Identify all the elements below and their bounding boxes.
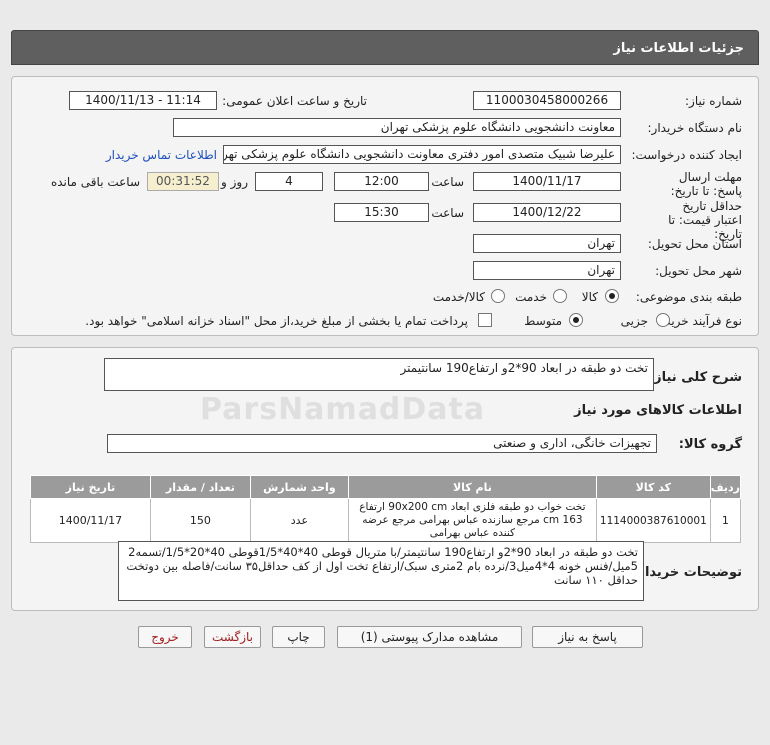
validity-time-label: ساعت	[431, 206, 464, 220]
buyer-notes-label: توضیحات خریدار:	[632, 565, 742, 580]
category-radio-both[interactable]	[491, 289, 505, 303]
province-label: استان محل تحویل:	[647, 237, 742, 251]
province-field: تهران	[473, 234, 621, 253]
goods-section-title: اطلاعات کالاهای مورد نیاز	[574, 403, 742, 418]
cell-name: تخت خواب دو طبقه فلزی ابعاد 90x200 cm ار…	[347, 498, 597, 543]
city-label: شهر محل تحویل:	[655, 264, 742, 278]
validity-label: حداقل تاریخ اعتبار قیمت: تا تاریخ:	[668, 199, 742, 241]
goods-table: ردیف کد کالا نام کالا واحد شمارش تعداد /…	[30, 475, 742, 543]
announce-field: 1400/11/13 - 11:14	[69, 91, 217, 110]
category-option-service: خدمت	[515, 290, 547, 304]
col-date: تاریخ نیاز	[30, 475, 151, 499]
remaining-label: ساعت باقی مانده	[50, 175, 140, 189]
contact-link[interactable]: اطلاعات تماس خریدار	[106, 148, 217, 162]
process-radio-minor[interactable]	[656, 313, 670, 327]
back-button[interactable]: بازگشت	[204, 626, 261, 648]
creator-label: ایجاد کننده درخواست:	[631, 148, 742, 162]
process-option-medium: متوسط	[524, 314, 562, 328]
table-row: 1 1114000387610001 تخت خواب دو طبقه فلزی…	[30, 498, 742, 543]
col-name: نام کالا	[347, 475, 597, 499]
category-radio-service[interactable]	[553, 289, 567, 303]
reply-button[interactable]: پاسخ به نیاز	[532, 626, 643, 648]
need-number-label: شماره نیاز:	[685, 94, 742, 108]
validity-date-field: 1400/12/22	[473, 203, 621, 222]
payment-checkbox[interactable]	[478, 313, 492, 327]
validity-time-field: 15:30	[334, 203, 429, 222]
creator-field: علیرضا شبیک متصدی امور دفتری معاونت دانش…	[223, 145, 621, 164]
col-qty: تعداد / مقدار	[149, 475, 251, 499]
process-option-minor: جزیی	[620, 314, 648, 328]
goods-group-label: گروه کالا:	[678, 437, 742, 452]
need-number-field: 1100030458000266	[473, 91, 621, 110]
summary-label: شرح کلی نیاز:	[648, 370, 742, 385]
buyer-org-field: معاونت دانشجویی دانشگاه علوم پزشکی تهران	[173, 118, 621, 137]
category-label: طبقه بندی موضوعی:	[635, 290, 742, 304]
category-radio-goods[interactable]	[605, 289, 619, 303]
col-unit: واحد شمارش	[249, 475, 349, 499]
exit-button[interactable]: خروج	[138, 626, 192, 648]
cell-code: 1114000387610001	[595, 498, 711, 543]
buyer-notes-field: تخت دو طبقه در ابعاد 90*2و ارتفاع190 سان…	[118, 541, 644, 601]
page-title: جزئيات اطلاعات نياز	[11, 30, 759, 65]
attachments-button[interactable]: مشاهده مدارک پیوستی (1)	[337, 626, 522, 648]
col-index: ردیف	[709, 475, 742, 499]
cell-unit: عدد	[249, 498, 349, 543]
deadline-label: مهلت ارسال پاسخ: تا تاریخ:	[670, 170, 742, 198]
goods-group-field: تجهیزات خانگی، اداری و صنعتی	[107, 434, 657, 453]
summary-field: تخت دو طبقه در ابعاد 90*2و ارتفاع190 سان…	[104, 358, 654, 391]
cell-date: 1400/11/17	[30, 498, 151, 543]
col-code: کد کالا	[595, 475, 711, 499]
cell-index: 1	[709, 498, 742, 543]
goods-table-header: ردیف کد کالا نام کالا واحد شمارش تعداد /…	[30, 475, 742, 499]
city-field: تهران	[473, 261, 621, 280]
remaining-time-field: 00:31:52	[147, 172, 219, 191]
category-option-both: کالا/خدمت	[432, 290, 485, 304]
payment-note: پرداخت تمام یا بخشی از مبلغ خرید،از محل …	[85, 314, 468, 328]
announce-label: تاریخ و ساعت اعلان عمومی:	[222, 94, 367, 108]
deadline-date-field: 1400/11/17	[473, 172, 621, 191]
category-option-goods: کالا	[581, 290, 598, 304]
process-radio-medium[interactable]	[569, 313, 583, 327]
print-button[interactable]: چاپ	[272, 626, 325, 648]
days-field: 4	[255, 172, 323, 191]
deadline-time-label: ساعت	[431, 175, 464, 189]
cell-qty: 150	[149, 498, 251, 543]
buyer-org-label: نام دستگاه خریدار:	[647, 121, 743, 135]
days-label: روز و	[221, 175, 248, 189]
deadline-time-field: 12:00	[334, 172, 429, 191]
